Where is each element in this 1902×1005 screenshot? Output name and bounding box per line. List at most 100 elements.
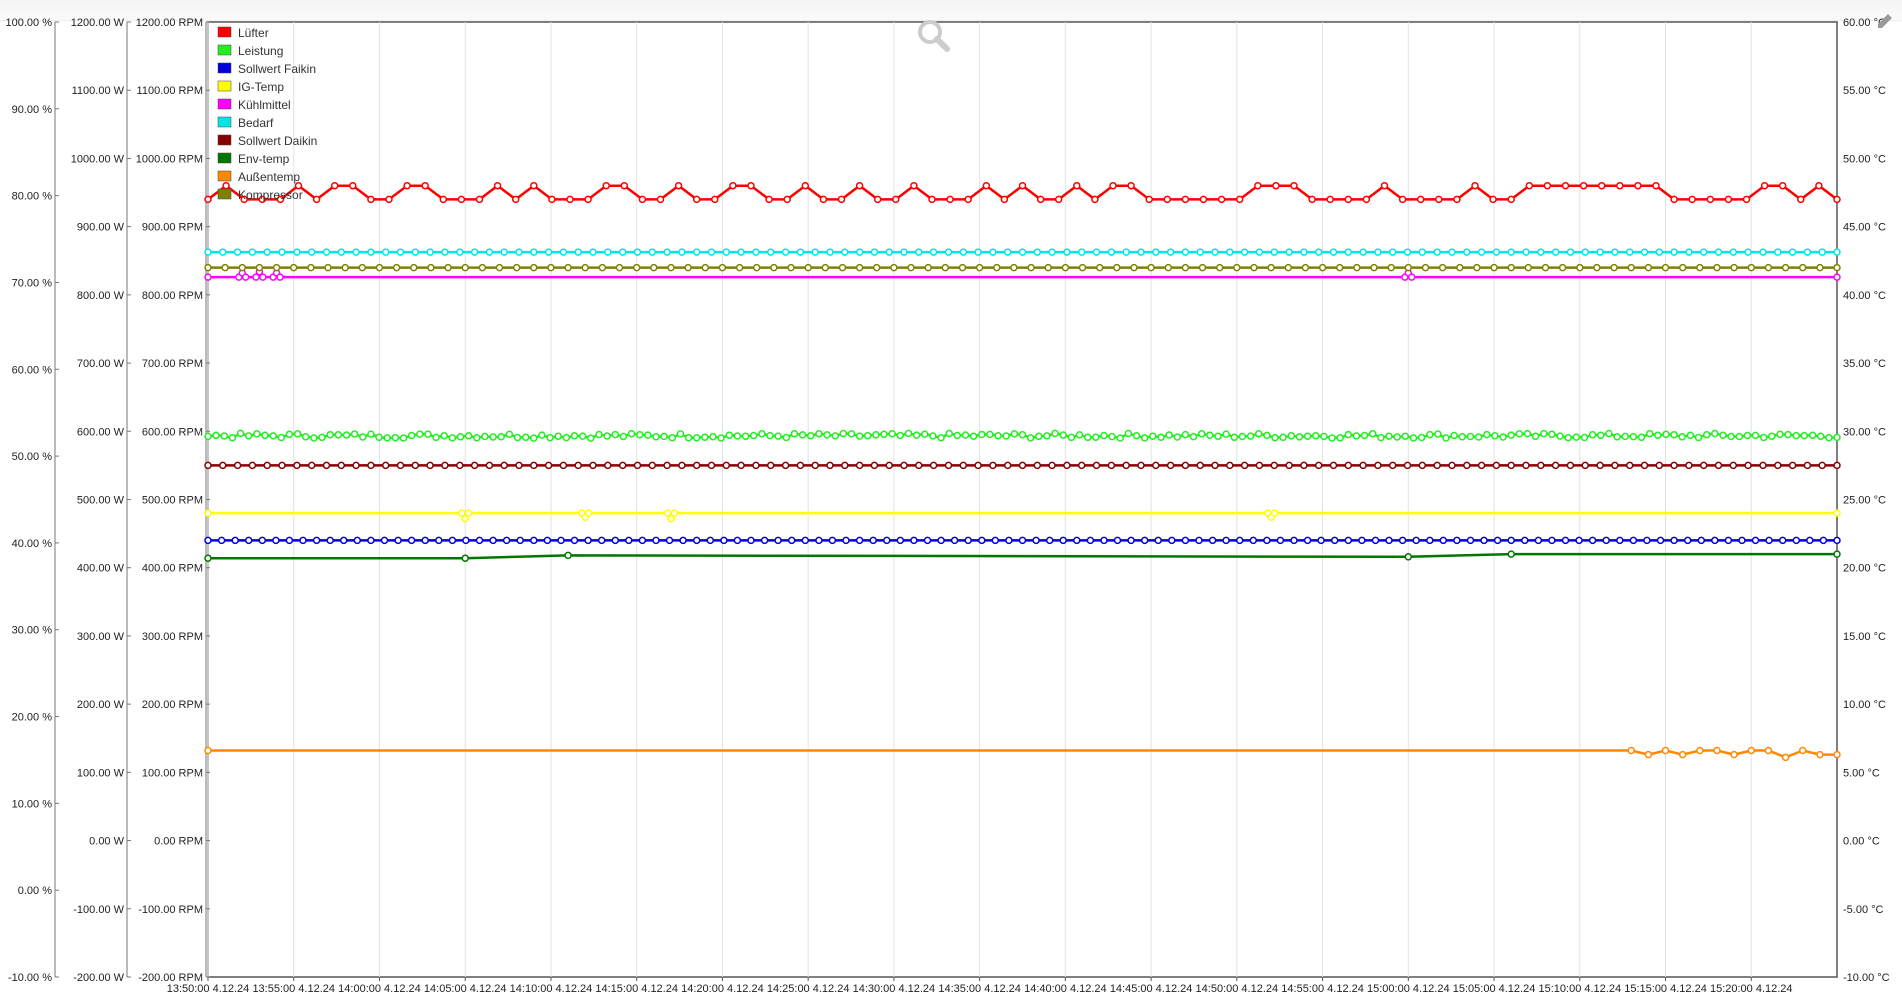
y-tick-label-temp: 30.00 °C: [1843, 426, 1886, 438]
data-point: [241, 273, 250, 281]
data-point: [692, 195, 701, 204]
data-point: [787, 263, 795, 272]
data-point: [1196, 461, 1204, 470]
data-point: [1499, 433, 1507, 441]
data-point: [1368, 430, 1377, 438]
data-point: [326, 536, 334, 545]
data-point: [407, 431, 416, 440]
data-point: [1434, 430, 1442, 438]
data-point: [1760, 181, 1769, 190]
data-point: [652, 433, 660, 441]
data-point: [1523, 429, 1532, 438]
data-point: [1290, 536, 1298, 545]
data-point: [937, 433, 945, 442]
data-point: [1548, 430, 1556, 439]
data-point: [670, 509, 679, 517]
data-point: [692, 461, 701, 470]
data-point: [944, 461, 953, 470]
y-tick-label-rpm: 900.00 RPM: [142, 222, 203, 234]
data-point: [692, 248, 701, 256]
data-point: [766, 431, 774, 440]
data-point: [375, 263, 384, 272]
data-point: [896, 431, 905, 440]
data-point: [1181, 195, 1190, 204]
data-point: [1358, 536, 1366, 545]
data-point: [1078, 263, 1087, 272]
data-point: [1580, 433, 1589, 442]
data-point: [885, 248, 893, 256]
data-point: [1326, 195, 1334, 204]
y-tick-label-rpm: 800.00 RPM: [142, 290, 203, 302]
data-point: [1412, 536, 1420, 545]
series-group: [204, 181, 1841, 762]
data-point: [633, 248, 642, 256]
data-point: [1627, 746, 1635, 755]
series-IG-Temp: [204, 509, 1841, 523]
data-point: [1640, 248, 1649, 256]
y-tick-label-rpm: -100.00 RPM: [138, 904, 203, 916]
data-point: [1825, 433, 1833, 442]
data-point: [1300, 248, 1308, 256]
data-point: [1003, 248, 1012, 256]
data-point: [1048, 461, 1056, 470]
data-point: [1730, 750, 1738, 759]
data-point: [1788, 461, 1797, 470]
data-point: [1458, 433, 1467, 441]
data-point: [367, 195, 375, 204]
data-point: [204, 509, 212, 517]
data-point: [1005, 536, 1013, 545]
data-point: [1456, 263, 1464, 272]
data-point: [1471, 181, 1479, 190]
data-point: [485, 461, 494, 470]
data-point: [1466, 536, 1475, 545]
data-point: [322, 248, 331, 256]
data-point: [1263, 431, 1271, 440]
data-point: [1466, 432, 1475, 441]
data-point: [1625, 248, 1634, 256]
data-point: [1164, 263, 1173, 272]
data-point: [1196, 248, 1204, 256]
data-point: [737, 248, 745, 256]
data-point: [1670, 195, 1678, 204]
data-point: [1729, 248, 1738, 256]
data-point: [1026, 434, 1035, 442]
data-point: [244, 432, 253, 440]
data-point: [1433, 461, 1441, 470]
data-point: [1010, 430, 1019, 438]
data-point: [1095, 263, 1104, 272]
data-point: [219, 461, 227, 470]
data-point: [873, 195, 882, 204]
data-point: [1048, 248, 1056, 256]
data-point: [737, 461, 745, 470]
data-point: [663, 461, 671, 470]
y-tick-label-temp: 25.00 °C: [1843, 495, 1886, 507]
data-point: [1438, 263, 1447, 272]
y-tick-label-temp: 15.00 °C: [1843, 631, 1886, 643]
y-tick-label-temp: -10.00 °C: [1843, 972, 1890, 984]
data-point: [826, 248, 834, 256]
data-point: [1122, 461, 1130, 470]
data-point: [959, 248, 968, 256]
data-point: [1474, 433, 1483, 441]
data-point: [1581, 248, 1589, 256]
data-point: [324, 263, 332, 272]
data-point: [741, 432, 750, 441]
x-tick-label: 13:50:00 4.12.24: [167, 983, 250, 995]
data-point: [1507, 550, 1515, 558]
data-point: [307, 263, 315, 272]
data-point: [334, 431, 343, 439]
data-point: [1359, 461, 1367, 470]
data-point: [1018, 536, 1027, 545]
plot-frame: [207, 21, 1838, 978]
data-point: [885, 461, 893, 470]
data-point: [928, 195, 936, 204]
data-point: [1140, 536, 1149, 545]
data-point: [900, 248, 908, 256]
data-point: [1132, 431, 1141, 440]
data-point: [1314, 461, 1323, 470]
y-tick-label-watt: 800.00 W: [77, 290, 125, 302]
data-point: [1421, 263, 1430, 272]
data-point: [204, 248, 212, 256]
zoom-magnifier-icon[interactable]: [918, 20, 950, 52]
data-point: [1699, 248, 1708, 256]
